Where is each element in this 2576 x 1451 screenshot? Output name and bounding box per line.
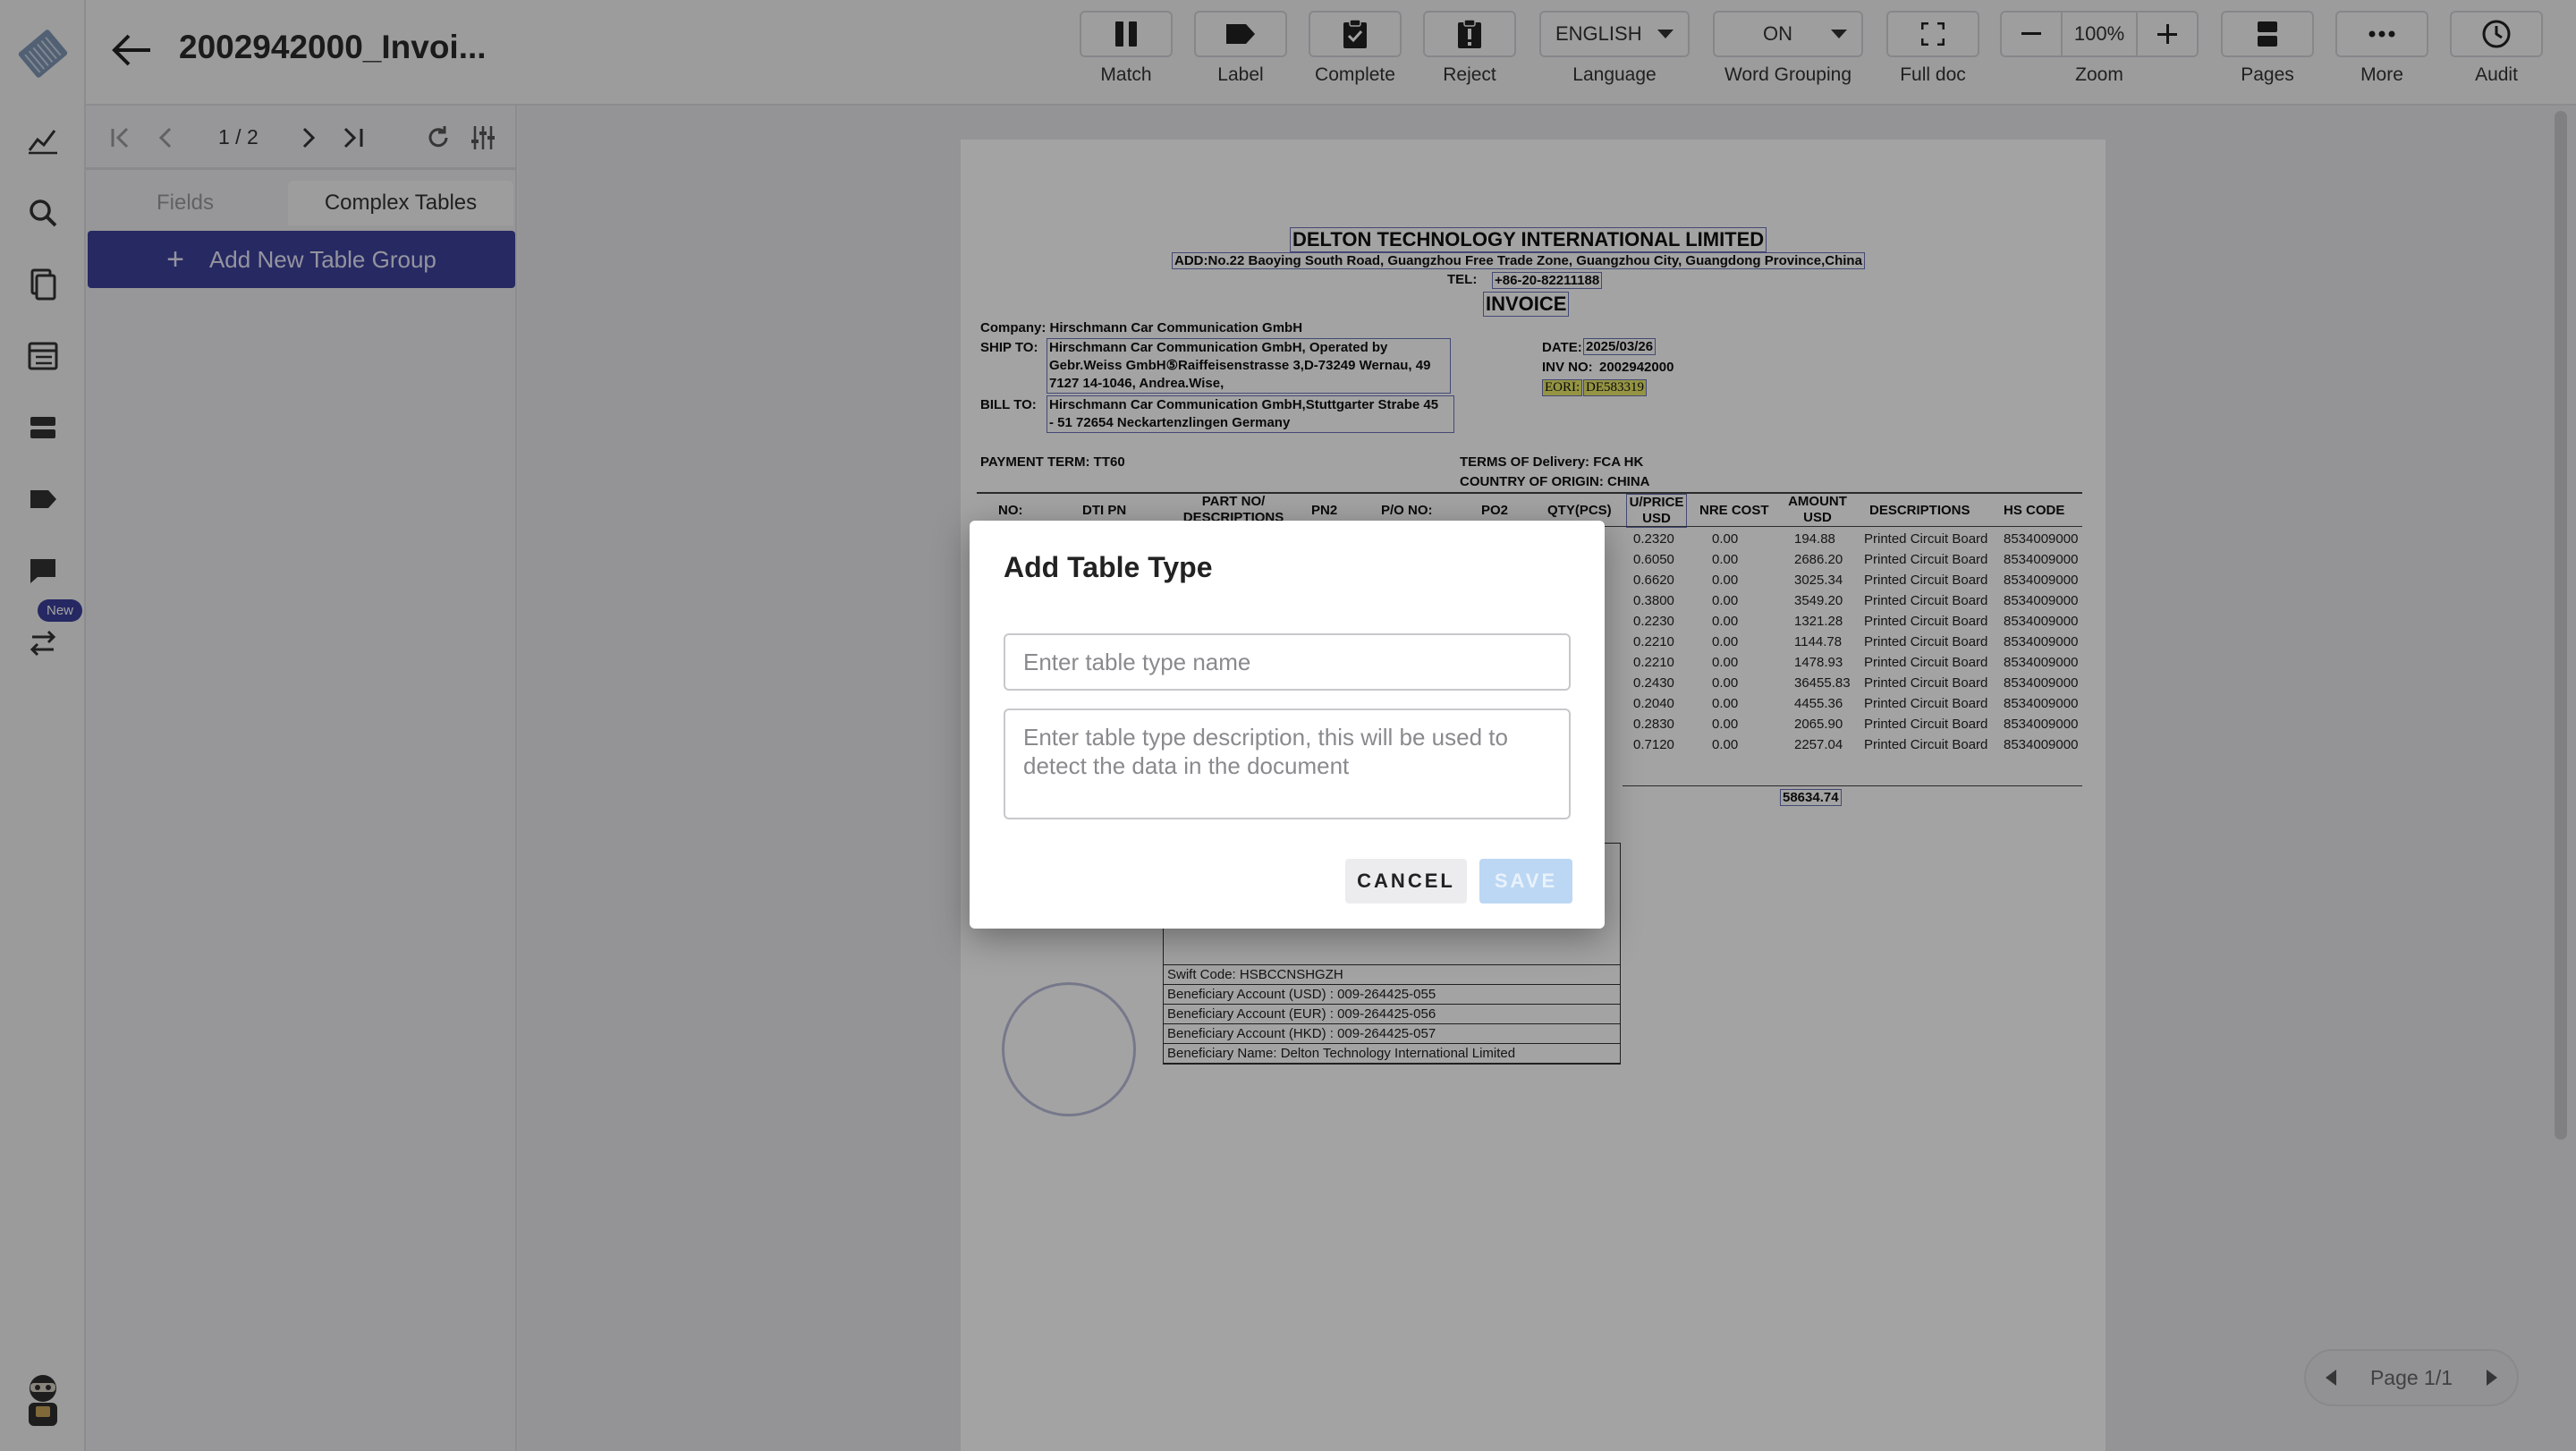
dialog-title: Add Table Type (1004, 551, 1213, 583)
add-table-type-dialog: Add Table Type CANCEL SAVE (970, 521, 1605, 929)
table-type-description-input[interactable] (1004, 709, 1571, 819)
save-button[interactable]: SAVE (1479, 859, 1572, 904)
cancel-button[interactable]: CANCEL (1345, 859, 1467, 904)
table-type-name-input[interactable] (1004, 633, 1571, 691)
